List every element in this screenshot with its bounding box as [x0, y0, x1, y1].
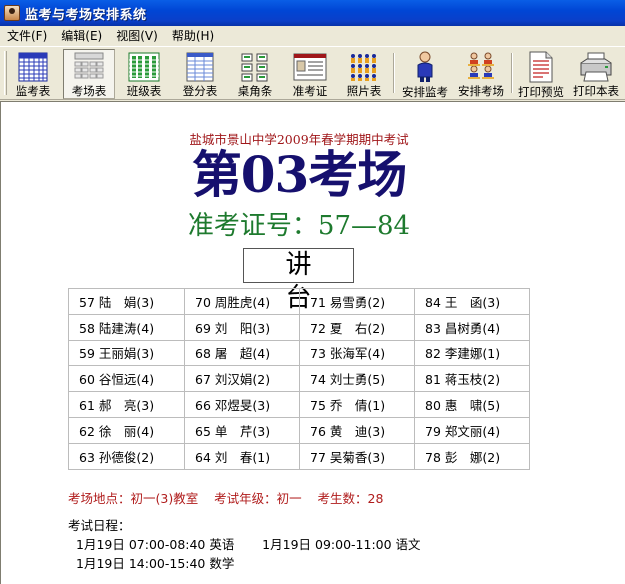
toolbar-separator [393, 53, 395, 93]
seat-cell: 66 邓煜旻(3) [184, 391, 300, 418]
photo-table-icon [347, 51, 381, 82]
desk-label-label: 桌角条 [237, 84, 273, 98]
seat-cell: 63 孙德俊(2) [68, 442, 185, 470]
schedule-title: 考试日程： [68, 518, 131, 533]
exam-room-table-label: 考场表 [71, 84, 107, 98]
printer-icon [579, 51, 613, 82]
admission-ticket-button[interactable]: 准考证 [287, 49, 333, 99]
seat-row: 60 谷恒远(4) 67 刘汉娟(2) 74 刘士勇(5) 81 蒋玉枝(2) [68, 365, 530, 393]
seat-cell: 69 刘 阳(3) [184, 313, 300, 341]
assign-room-label: 安排考场 [458, 84, 504, 98]
ticket-number-range: 准考证号：57—84 [187, 211, 411, 241]
seat-cell: 58 陆建涛(4) [68, 313, 185, 341]
seat-cell: 73 张海军(4) [299, 339, 415, 367]
seat-cell: 75 乔 倩(1) [299, 391, 415, 418]
seat-cell: 71 易雪勇(2) [299, 288, 415, 315]
exam-room-table-icon [72, 52, 106, 82]
desk-label-icon [238, 51, 272, 82]
exam-room-title: 第03考场 [191, 145, 408, 204]
desk-label-button[interactable]: 桌角条 [232, 49, 278, 99]
print-preview-icon [524, 51, 558, 83]
seat-cell: 61 郝 亮(3) [68, 391, 185, 418]
window-title: 监考与考场安排系统 [25, 7, 147, 23]
seat-cell: 67 刘汉娟(2) [184, 365, 300, 393]
menu-bar: 文件(F) 编辑(E) 视图(V) 帮助(H) [0, 26, 625, 46]
print-preview-button[interactable]: 打印预览 [515, 49, 567, 99]
score-table-button[interactable]: 登分表 [177, 49, 223, 99]
seat-row: 58 陆建涛(4) 69 刘 阳(3) 72 夏 右(2) 83 昌树勇(4) [68, 313, 530, 341]
seat-cell: 80 惠 啸(5) [414, 391, 530, 418]
seat-cell: 76 黄 迪(3) [299, 416, 415, 444]
seat-cell: 77 吴菊香(3) [299, 442, 415, 470]
print-document: 盐城市景山中学2009年春学期期中考试 第03考场 准考证号：57—84 讲台 … [0, 101, 625, 584]
assign-room-button[interactable]: 安排考场 [454, 49, 508, 99]
photo-table-label: 照片表 [346, 84, 382, 98]
admission-ticket-icon [293, 51, 327, 82]
seat-cell: 72 夏 右(2) [299, 313, 415, 341]
schedule-line: 1月19日 07:00-08:40 英语 1月19日 09:00-11:00 语… [76, 537, 421, 552]
exam-summary: 考场地点：初一(3)教室 考试年级：初一 考生数：28 [68, 491, 384, 506]
title-bar: 监考与考场安排系统 [0, 0, 625, 26]
seating-chart: 57 陆 娟(3) 70 周胜虎(4) 71 易雪勇(2) 84 王 函(3) … [68, 288, 530, 470]
seat-row: 57 陆 娟(3) 70 周胜虎(4) 71 易雪勇(2) 84 王 函(3) [68, 288, 530, 315]
seat-row: 63 孙德俊(2) 64 刘 春(1) 77 吴菊香(3) 78 彭 娜(2) [68, 442, 530, 470]
admission-ticket-label: 准考证 [292, 84, 328, 98]
exam-room-table-button[interactable]: 考场表 [63, 49, 115, 99]
print-table-button[interactable]: 打印本表 [570, 49, 622, 99]
toolbar: 监考表 考场表 班级表 登分表 桌角条 准考证 照片表 安排监考 安排考场 打印… [0, 46, 625, 100]
menu-view[interactable]: 视图(V) [109, 26, 165, 46]
menu-file[interactable]: 文件(F) [0, 26, 54, 46]
seat-cell: 70 周胜虎(4) [184, 288, 300, 315]
menu-help[interactable]: 帮助(H) [165, 26, 221, 46]
app-icon [4, 5, 20, 21]
seat-row: 62 徐 丽(4) 65 单 芹(3) 76 黄 迪(3) 79 郑文丽(4) [68, 416, 530, 444]
class-table-icon [127, 51, 161, 82]
score-table-icon [183, 51, 217, 82]
schedule-line: 1月19日 14:00-15:40 数学 [76, 556, 235, 571]
seat-cell: 74 刘士勇(5) [299, 365, 415, 393]
seat-cell: 82 李建娜(1) [414, 339, 530, 367]
photo-table-button[interactable]: 照片表 [341, 49, 387, 99]
seat-cell: 83 昌树勇(4) [414, 313, 530, 341]
proctor-table-button[interactable]: 监考表 [11, 49, 55, 99]
seat-cell: 68 屠 超(4) [184, 339, 300, 367]
assign-proctor-icon [408, 51, 442, 83]
proctor-table-label: 监考表 [15, 84, 51, 98]
assign-proctor-button[interactable]: 安排监考 [398, 49, 452, 99]
seat-cell: 81 蒋玉枝(2) [414, 365, 530, 393]
toolbar-grip[interactable] [4, 51, 7, 95]
assign-proctor-label: 安排监考 [402, 85, 448, 99]
seat-cell: 84 王 函(3) [414, 288, 530, 315]
toolbar-separator [511, 53, 513, 93]
proctor-table-icon [16, 51, 50, 82]
seat-cell: 60 谷恒远(4) [68, 365, 185, 393]
seat-row: 59 王丽娟(3) 68 屠 超(4) 73 张海军(4) 82 李建娜(1) [68, 339, 530, 367]
seat-cell: 59 王丽娟(3) [68, 339, 185, 367]
seat-cell: 64 刘 春(1) [184, 442, 300, 470]
seat-cell: 78 彭 娜(2) [414, 442, 530, 470]
seat-cell: 79 郑文丽(4) [414, 416, 530, 444]
seat-row: 61 郝 亮(3) 66 邓煜旻(3) 75 乔 倩(1) 80 惠 啸(5) [68, 391, 530, 418]
podium-box: 讲台 [243, 248, 354, 313]
print-table-label: 打印本表 [573, 84, 619, 98]
class-table-button[interactable]: 班级表 [121, 49, 167, 99]
menu-edit[interactable]: 编辑(E) [54, 26, 109, 46]
seat-cell: 62 徐 丽(4) [68, 416, 185, 444]
print-preview-label: 打印预览 [518, 85, 564, 99]
seat-cell: 65 单 芹(3) [184, 416, 300, 444]
seat-cell: 57 陆 娟(3) [68, 288, 185, 315]
assign-room-icon [464, 51, 498, 82]
score-table-label: 登分表 [182, 84, 218, 98]
class-table-label: 班级表 [126, 84, 162, 98]
